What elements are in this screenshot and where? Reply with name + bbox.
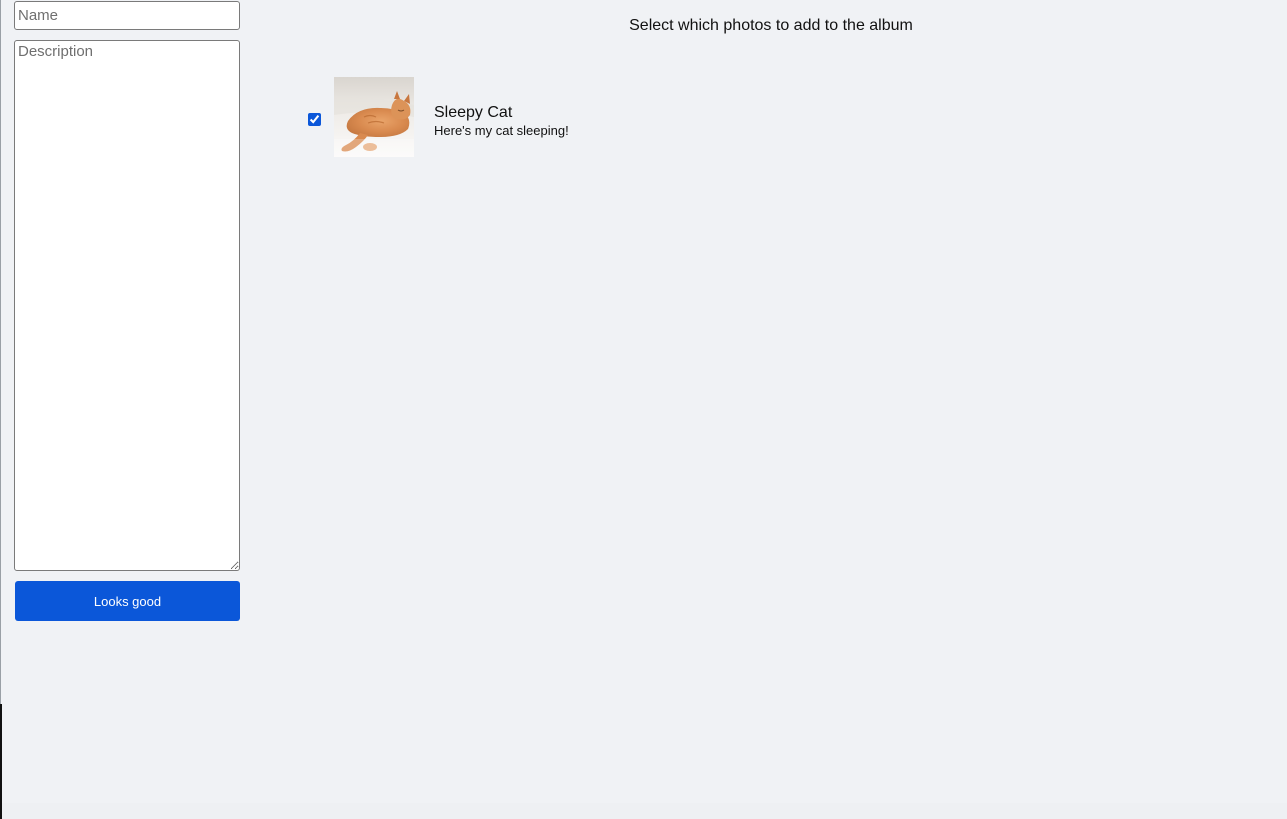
- photo-info: Sleepy Cat Here's my cat sleeping!: [434, 96, 569, 139]
- photo-list: Sleepy Cat Here's my cat sleeping!: [307, 77, 569, 157]
- photo-title: Sleepy Cat: [434, 103, 513, 121]
- sleeping-cat-photo: [334, 77, 414, 157]
- photo-description: Here's my cat sleeping!: [434, 122, 569, 138]
- page-title: Select which photos to add to the album: [629, 17, 913, 34]
- photo-picker: Select which photos to add to the album: [255, 0, 1287, 800]
- window-edge: [0, 704, 2, 819]
- looks-good-button[interactable]: Looks good: [15, 581, 240, 621]
- photo-select-checkbox[interactable]: [308, 112, 321, 126]
- footer-strip: [2, 803, 1287, 819]
- list-item: Sleepy Cat Here's my cat sleeping!: [307, 77, 569, 157]
- photo-thumbnail: [334, 77, 414, 157]
- album-form: Looks good: [14, 1, 240, 621]
- album-page: Looks good Select which photos to add to…: [0, 0, 1287, 819]
- name-input[interactable]: [14, 1, 240, 30]
- description-textarea[interactable]: [14, 40, 240, 571]
